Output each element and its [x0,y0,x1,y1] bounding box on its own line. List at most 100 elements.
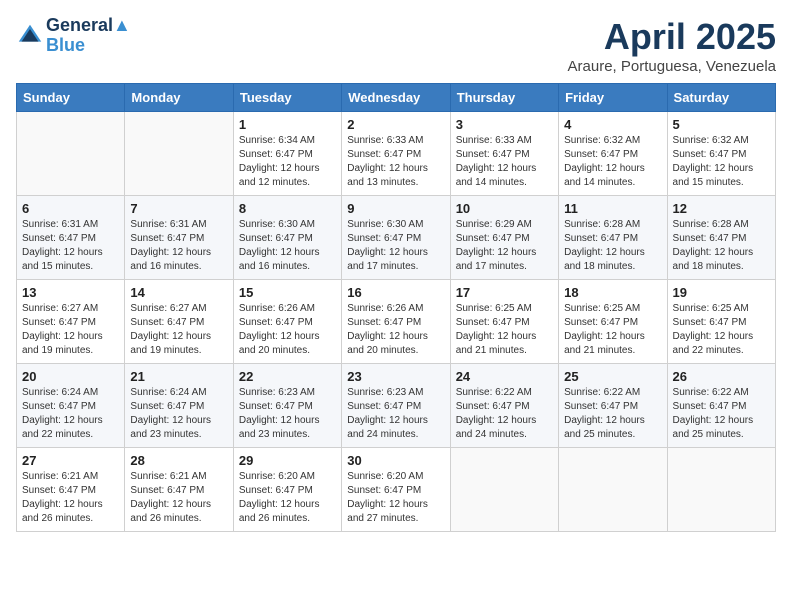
calendar-cell: 23Sunrise: 6:23 AM Sunset: 6:47 PM Dayli… [342,364,450,448]
calendar-cell: 5 Sunrise: 6:32 AM Sunset: 6:47 PM Daylig… [667,112,775,196]
calendar-cell: 14Sunrise: 6:27 AM Sunset: 6:47 PM Dayli… [125,280,233,364]
day-number: 14 [130,285,227,300]
day-number: 3 [456,117,553,132]
day-info: Sunrise: 6:20 AM Sunset: 6:47 PM Dayligh… [347,470,444,526]
day-info: Sunrise: 6:23 AM Sunset: 6:47 PM Dayligh… [239,386,336,442]
calendar-cell: 2 Sunrise: 6:33 AM Sunset: 6:47 PM Daylig… [342,112,450,196]
day-info: Sunrise: 6:33 AM Sunset: 6:47 PM Dayligh… [347,134,444,190]
calendar-cell: 12 Sunrise: 6:28 AM Sunset: 6:47 PM Dayli… [667,196,775,280]
day-number: 29 [239,453,336,468]
day-number: 23 [347,369,444,384]
calendar-table: SundayMondayTuesdayWednesdayThursdayFrid… [16,83,776,532]
calendar-cell: 10 Sunrise: 6:29 AM Sunset: 6:47 PM Dayli… [450,196,558,280]
day-info: Sunrise: 6:21 AM Sunset: 6:47 PM Dayligh… [130,470,227,526]
day-number: 8 [239,201,336,216]
day-info: Sunrise: 6:24 AM Sunset: 6:47 PM Dayligh… [130,386,227,442]
title-block: April 2025 Araure, Portuguesa, Venezuela [568,16,776,75]
day-number: 10 [456,201,553,216]
day-info: Sunrise: 6:30 AM Sunset: 6:47 PM Dayligh… [347,218,444,274]
day-number: 20 [22,369,119,384]
day-info: Sunrise: 6:32 AM Sunset: 6:47 PM Dayligh… [673,134,770,190]
day-info: Sunrise: 6:29 AM Sunset: 6:47 PM Dayligh… [456,218,553,274]
day-number: 9 [347,201,444,216]
weekday-header-friday: Friday [559,84,667,112]
day-info: Sunrise: 6:34 AM Sunset: 6:47 PM Dayligh… [239,134,336,190]
calendar-cell: 9 Sunrise: 6:30 AM Sunset: 6:47 PM Daylig… [342,196,450,280]
weekday-header-thursday: Thursday [450,84,558,112]
day-info: Sunrise: 6:25 AM Sunset: 6:47 PM Dayligh… [564,302,661,358]
day-info: Sunrise: 6:21 AM Sunset: 6:47 PM Dayligh… [22,470,119,526]
calendar-cell [667,448,775,532]
day-number: 11 [564,201,661,216]
day-info: Sunrise: 6:28 AM Sunset: 6:47 PM Dayligh… [564,218,661,274]
calendar-cell: 22Sunrise: 6:23 AM Sunset: 6:47 PM Dayli… [233,364,341,448]
calendar-cell: 29 Sunrise: 6:20 AM Sunset: 6:47 PM Dayli… [233,448,341,532]
day-number: 12 [673,201,770,216]
calendar-cell: 3 Sunrise: 6:33 AM Sunset: 6:47 PM Daylig… [450,112,558,196]
day-info: Sunrise: 6:27 AM Sunset: 6:47 PM Dayligh… [22,302,119,358]
day-number: 17 [456,285,553,300]
weekday-header-sunday: Sunday [17,84,125,112]
calendar-cell: 21 Sunrise: 6:24 AM Sunset: 6:47 PM Dayli… [125,364,233,448]
calendar-cell: 4Sunrise: 6:32 AM Sunset: 6:47 PM Daylig… [559,112,667,196]
day-info: Sunrise: 6:31 AM Sunset: 6:47 PM Dayligh… [130,218,227,274]
day-info: Sunrise: 6:20 AM Sunset: 6:47 PM Dayligh… [239,470,336,526]
day-info: Sunrise: 6:22 AM Sunset: 6:47 PM Dayligh… [673,386,770,442]
day-info: Sunrise: 6:24 AM Sunset: 6:47 PM Dayligh… [22,386,119,442]
calendar-cell: 1 Sunrise: 6:34 AM Sunset: 6:47 PM Daylig… [233,112,341,196]
day-number: 28 [130,453,227,468]
day-number: 19 [673,285,770,300]
day-number: 30 [347,453,444,468]
day-number: 18 [564,285,661,300]
logo: General▲ Blue [16,16,131,56]
calendar-cell [450,448,558,532]
day-number: 21 [130,369,227,384]
day-number: 15 [239,285,336,300]
day-number: 2 [347,117,444,132]
calendar-cell: 24Sunrise: 6:22 AM Sunset: 6:47 PM Dayli… [450,364,558,448]
calendar-cell: 6 Sunrise: 6:31 AM Sunset: 6:47 PM Daylig… [17,196,125,280]
calendar-cell: 26Sunrise: 6:22 AM Sunset: 6:47 PM Dayli… [667,364,775,448]
logo-text: General▲ Blue [46,16,131,56]
day-info: Sunrise: 6:30 AM Sunset: 6:47 PM Dayligh… [239,218,336,274]
weekday-header-monday: Monday [125,84,233,112]
calendar-cell: 20 Sunrise: 6:24 AM Sunset: 6:47 PM Dayli… [17,364,125,448]
day-number: 6 [22,201,119,216]
calendar-cell: 19 Sunrise: 6:25 AM Sunset: 6:47 PM Dayli… [667,280,775,364]
calendar-cell: 17 Sunrise: 6:25 AM Sunset: 6:47 PM Dayli… [450,280,558,364]
calendar-cell [125,112,233,196]
calendar-cell: 28 Sunrise: 6:21 AM Sunset: 6:47 PM Dayli… [125,448,233,532]
day-info: Sunrise: 6:33 AM Sunset: 6:47 PM Dayligh… [456,134,553,190]
weekday-header-wednesday: Wednesday [342,84,450,112]
calendar-cell: 8 Sunrise: 6:30 AM Sunset: 6:47 PM Daylig… [233,196,341,280]
calendar-cell: 30 Sunrise: 6:20 AM Sunset: 6:47 PM Dayli… [342,448,450,532]
calendar-cell: 27 Sunrise: 6:21 AM Sunset: 6:47 PM Dayli… [17,448,125,532]
day-info: Sunrise: 6:26 AM Sunset: 6:47 PM Dayligh… [239,302,336,358]
weekday-header-tuesday: Tuesday [233,84,341,112]
day-number: 1 [239,117,336,132]
calendar-cell: 18 Sunrise: 6:25 AM Sunset: 6:47 PM Dayli… [559,280,667,364]
day-info: Sunrise: 6:28 AM Sunset: 6:47 PM Dayligh… [673,218,770,274]
calendar-cell: 13 Sunrise: 6:27 AM Sunset: 6:47 PM Dayli… [17,280,125,364]
calendar-cell [17,112,125,196]
day-info: Sunrise: 6:25 AM Sunset: 6:47 PM Dayligh… [673,302,770,358]
day-info: Sunrise: 6:31 AM Sunset: 6:47 PM Dayligh… [22,218,119,274]
weekday-header-saturday: Saturday [667,84,775,112]
day-number: 27 [22,453,119,468]
location-subtitle: Araure, Portuguesa, Venezuela [568,58,776,75]
day-info: Sunrise: 6:25 AM Sunset: 6:47 PM Dayligh… [456,302,553,358]
day-number: 4 [564,117,661,132]
day-info: Sunrise: 6:22 AM Sunset: 6:47 PM Dayligh… [564,386,661,442]
calendar-cell: 25 Sunrise: 6:22 AM Sunset: 6:47 PM Dayli… [559,364,667,448]
day-info: Sunrise: 6:26 AM Sunset: 6:47 PM Dayligh… [347,302,444,358]
calendar-cell: 16Sunrise: 6:26 AM Sunset: 6:47 PM Dayli… [342,280,450,364]
calendar-cell [559,448,667,532]
day-number: 7 [130,201,227,216]
day-number: 24 [456,369,553,384]
day-number: 25 [564,369,661,384]
calendar-cell: 15 Sunrise: 6:26 AM Sunset: 6:47 PM Dayli… [233,280,341,364]
day-number: 13 [22,285,119,300]
logo-icon [16,22,44,50]
day-number: 5 [673,117,770,132]
month-title: April 2025 [568,16,776,58]
